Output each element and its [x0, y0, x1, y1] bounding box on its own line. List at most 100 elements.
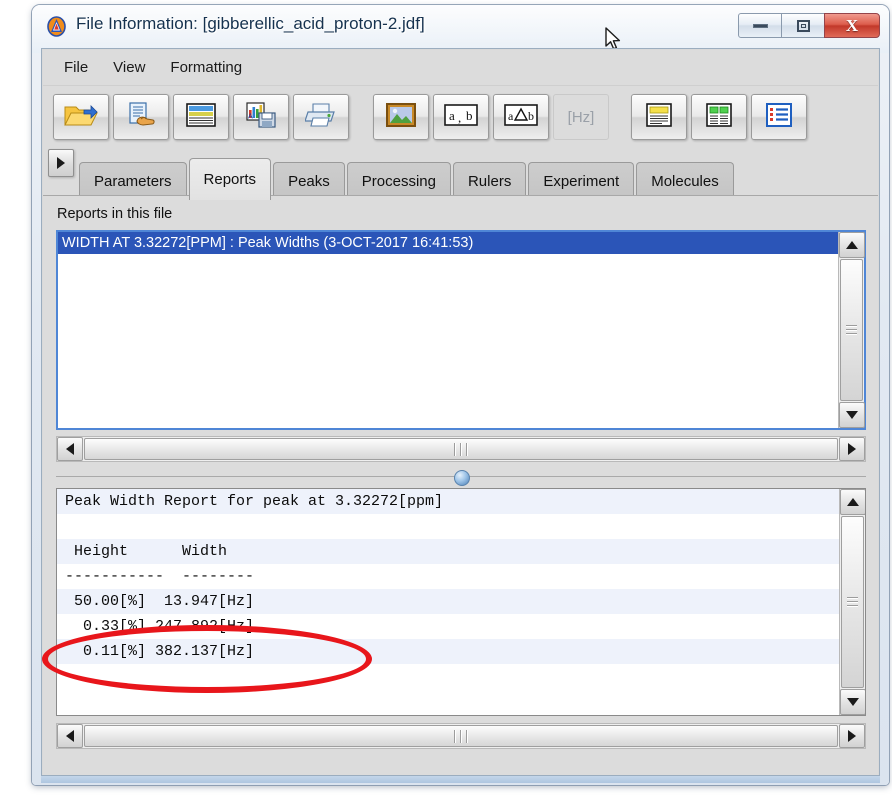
- tab-label: Experiment: [543, 173, 620, 190]
- triangle-down-icon: [846, 411, 858, 419]
- splitter-grip-icon[interactable]: [454, 470, 470, 486]
- scroll-thumb[interactable]: [840, 259, 863, 401]
- scroll-down-button[interactable]: [839, 402, 865, 428]
- svg-text:a: a: [449, 108, 455, 123]
- tab-label: Processing: [361, 173, 436, 190]
- hertz-icon: [Hz]: [567, 108, 595, 126]
- report-text-vertical-scrollbar[interactable]: [839, 489, 865, 715]
- scroll-down-button[interactable]: [840, 689, 865, 715]
- list-item[interactable]: WIDTH AT 3.32272[PPM] : Peak Widths (3-O…: [58, 232, 864, 254]
- title-bar[interactable]: File Information: [gibberellic_acid_prot…: [32, 5, 889, 50]
- report-line: ----------- --------: [65, 568, 255, 585]
- hscroll-right-button[interactable]: [839, 437, 865, 461]
- reports-list-horizontal-scrollbar[interactable]: [56, 436, 866, 462]
- document-select-button[interactable]: [113, 94, 169, 140]
- svg-text:A: A: [248, 113, 253, 120]
- scroll-up-button[interactable]: [840, 489, 865, 515]
- report-yellow-button[interactable]: [631, 94, 687, 140]
- tab-label: Rulers: [467, 173, 512, 190]
- report-line: 0.11[%] 382.137[Hz]: [57, 639, 865, 664]
- triangle-right-icon: [848, 730, 856, 742]
- report-text-horizontal-scrollbar[interactable]: [56, 723, 866, 749]
- table-view-button[interactable]: [173, 94, 229, 140]
- hscroll-thumb[interactable]: [84, 725, 838, 747]
- hscroll-thumb[interactable]: [84, 438, 838, 460]
- svg-text:a: a: [508, 109, 514, 123]
- table-green-icon: [704, 102, 734, 133]
- tab-strip: Parameters Reports Peaks Processing Rule…: [43, 148, 878, 200]
- triangle-left-icon: [66, 443, 74, 455]
- hscroll-grip-icon: [452, 442, 470, 456]
- svg-text:,: ,: [458, 110, 461, 125]
- triangle-right-icon: [848, 443, 856, 455]
- list-blue-button[interactable]: [751, 94, 807, 140]
- panel-splitter[interactable]: [56, 468, 866, 486]
- print-button[interactable]: [293, 94, 349, 140]
- jeol-delta-icon: [46, 16, 67, 37]
- tab-label: Reports: [203, 171, 257, 188]
- hscroll-right-button[interactable]: [839, 724, 865, 748]
- picture-view-button[interactable]: [373, 94, 429, 140]
- menu-item-formatting[interactable]: Formatting: [167, 57, 245, 78]
- menu-item-view[interactable]: View: [110, 57, 148, 78]
- hertz-button: [Hz]: [553, 94, 609, 140]
- report-line: 50.00[%] 13.947[Hz]: [57, 589, 865, 614]
- scroll-up-button[interactable]: [839, 232, 865, 258]
- scroll-grip-icon: [846, 323, 857, 337]
- open-file-button[interactable]: [53, 94, 109, 140]
- hscroll-left-button[interactable]: [57, 437, 83, 461]
- reports-panel: Reports in this file WIDTH AT 3.32272[PP…: [43, 195, 878, 775]
- maximize-icon: [796, 19, 810, 32]
- a-delta-b-icon: a b: [503, 103, 539, 132]
- toolbar: A a , b a b [Hz]: [43, 86, 878, 148]
- ab-text-button[interactable]: a , b: [433, 94, 489, 140]
- minimize-icon: [752, 23, 768, 28]
- a-delta-b-button[interactable]: a b: [493, 94, 549, 140]
- window-controls: X: [738, 13, 880, 39]
- report-line: Peak Width Report for peak at 3.32272[pp…: [57, 489, 865, 514]
- table-green-button[interactable]: [691, 94, 747, 140]
- tab-scroll-right-button[interactable]: [48, 149, 74, 177]
- tab-label: Molecules: [651, 173, 719, 190]
- tab-label: Parameters: [94, 173, 172, 190]
- table-view-icon: [185, 102, 217, 133]
- triangle-left-icon: [66, 730, 74, 742]
- picture-icon: [385, 102, 417, 133]
- window-title: File Information: [gibberellic_acid_prot…: [76, 14, 425, 33]
- triangle-up-icon: [846, 241, 858, 249]
- tab-list: Parameters Reports Peaks Processing Rule…: [79, 158, 736, 200]
- triangle-up-icon: [847, 498, 859, 506]
- client-area: File View Formatting A a , b a b [Hz] Pa…: [41, 48, 880, 776]
- reports-list-label: Reports in this file: [57, 206, 173, 222]
- document-hand-icon: [125, 101, 157, 134]
- menu-bar: File View Formatting: [43, 50, 878, 86]
- report-line: 0.33[%] 247.892[Hz]: [65, 618, 255, 635]
- hscroll-grip-icon: [452, 729, 470, 743]
- chart-save-icon: A: [245, 101, 277, 134]
- open-folder-icon: [64, 101, 98, 134]
- window-bottom-strip: [41, 776, 880, 783]
- ab-text-icon: a , b: [443, 103, 479, 132]
- reports-list-box[interactable]: WIDTH AT 3.32272[PPM] : Peak Widths (3-O…: [56, 230, 866, 430]
- report-yellow-icon: [644, 102, 674, 133]
- scroll-thumb[interactable]: [841, 516, 864, 688]
- chart-save-button[interactable]: A: [233, 94, 289, 140]
- report-text-box[interactable]: Peak Width Report for peak at 3.32272[pp…: [56, 488, 866, 716]
- file-information-window: File Information: [gibberellic_acid_prot…: [32, 5, 889, 785]
- close-button[interactable]: X: [824, 13, 880, 38]
- tab-label: Peaks: [288, 173, 330, 190]
- scroll-grip-icon: [847, 595, 858, 609]
- svg-text:b: b: [466, 108, 473, 123]
- tab-reports[interactable]: Reports: [188, 158, 272, 200]
- reports-list-vertical-scrollbar[interactable]: [838, 232, 865, 428]
- minimize-button[interactable]: [738, 13, 782, 38]
- menu-item-file[interactable]: File: [61, 57, 91, 78]
- svg-text:b: b: [528, 109, 534, 123]
- printer-icon: [304, 102, 337, 133]
- hscroll-left-button[interactable]: [57, 724, 83, 748]
- close-icon: X: [845, 16, 859, 35]
- triangle-down-icon: [847, 698, 859, 706]
- report-line: [57, 514, 865, 539]
- maximize-button[interactable]: [781, 13, 825, 38]
- list-blue-icon: [764, 102, 794, 133]
